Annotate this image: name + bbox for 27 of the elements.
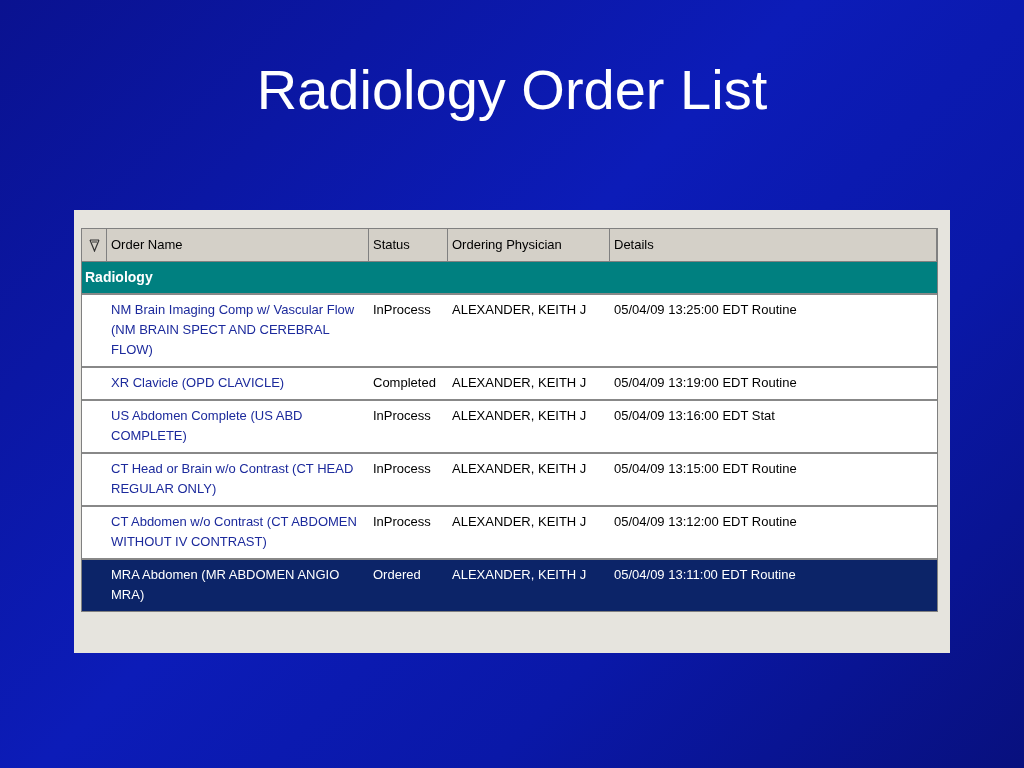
table-cell: CT Abdomen w/o Contrast (CT ABDOMEN WITHOUT IV CONTRAST) [111, 514, 357, 549]
table-cell: InProcess [373, 461, 431, 476]
table-cell: ALEXANDER, KEITH J [452, 461, 587, 476]
table-cell: 05/04/09 13:11:00 EDT Routine [614, 567, 796, 582]
table-cell: Ordered [373, 567, 421, 582]
table-cell: InProcess [373, 408, 431, 423]
table-cell: Completed [373, 375, 436, 390]
table-cell: ALEXANDER, KEITH J [452, 567, 587, 582]
filter-icon [88, 238, 100, 252]
table-cell: 05/04/09 13:16:00 EDT Stat [614, 408, 775, 423]
table-cell: CT Head or Brain w/o Contrast (CT HEAD REGULAR ONLY) [111, 461, 354, 496]
group-header[interactable]: Radiology [82, 261, 937, 293]
table-row[interactable]: MRA Abdomen (MR ABDOMEN ANGIO MRA) Ordered ALEXANDER, KEITH J 05/04/09 13:11:00 EDT Routine [82, 558, 937, 611]
table-cell: MRA Abdomen (MR ABDOMEN ANGIO MRA) [111, 567, 340, 602]
table-cell: ALEXANDER, KEITH J [452, 375, 587, 390]
table-cell: ALEXANDER, KEITH J [452, 408, 587, 423]
table-cell: 05/04/09 13:12:00 EDT Routine [614, 514, 797, 529]
table-cell: US Abdomen Complete (US ABD COMPLETE) [111, 408, 303, 443]
table-cell: 05/04/09 13:15:00 EDT Routine [614, 461, 797, 476]
table-cell: InProcess [373, 514, 431, 529]
table-cell: XR Clavicle (OPD CLAVICLE) [111, 375, 285, 390]
table-cell: NM Brain Imaging Comp w/ Vascular Flow (NM BRAIN SPECT AND CEREBRAL FLOW) [111, 302, 355, 357]
table-cell: InProcess [373, 302, 431, 317]
table-cell: ALEXANDER, KEITH J [452, 514, 587, 529]
table-cell: ALEXANDER, KEITH J [452, 302, 587, 317]
table-cell: 05/04/09 13:19:00 EDT Routine [614, 375, 797, 390]
table-cell: 05/04/09 13:25:00 EDT Routine [614, 302, 797, 317]
